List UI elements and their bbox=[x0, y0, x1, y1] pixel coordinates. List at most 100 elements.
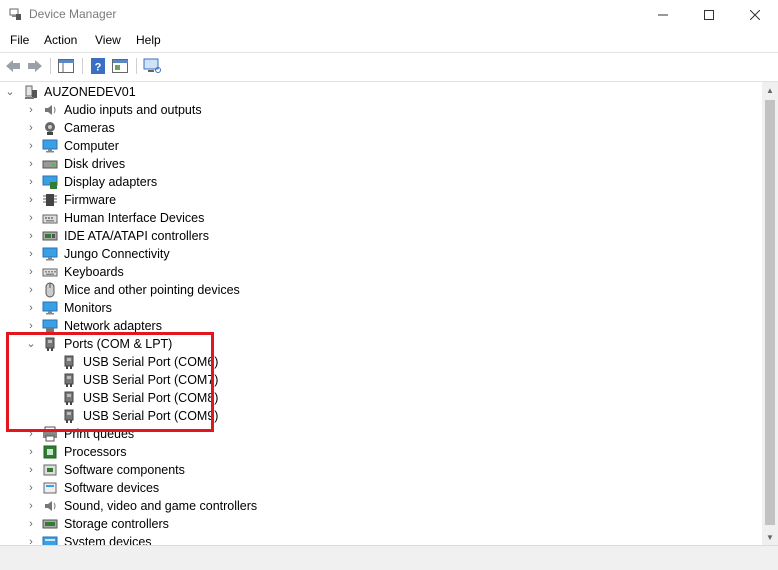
tree-item-label: Software devices bbox=[64, 481, 160, 495]
show-hide-console-tree-button[interactable] bbox=[56, 56, 76, 76]
keyboard-icon bbox=[42, 268, 58, 277]
chevron-down-icon[interactable]: ⌄ bbox=[4, 85, 16, 99]
monitor-icon bbox=[42, 247, 58, 261]
console-tree-icon bbox=[58, 59, 74, 73]
tree-item-label: Display adapters bbox=[64, 175, 158, 189]
tree-item[interactable]: › Jungo Connectivity bbox=[0, 245, 762, 263]
processor-icon bbox=[43, 445, 57, 459]
computer-icon bbox=[42, 139, 58, 153]
chevron-right-icon[interactable]: › bbox=[25, 157, 37, 171]
scan-hardware-button[interactable] bbox=[142, 56, 162, 76]
tree-item[interactable]: › Disk drives bbox=[0, 155, 762, 173]
device-tree: ⌄ AUZONEDEV01 › Audio inputs and outputs ›… bbox=[0, 82, 762, 545]
chevron-right-icon[interactable]: › bbox=[25, 463, 37, 477]
tree-item[interactable]: › IDE ATA/ATAPI controllers bbox=[0, 227, 762, 245]
forward-arrow-icon bbox=[28, 60, 42, 72]
menu-file[interactable]: File bbox=[10, 33, 29, 47]
chevron-right-icon[interactable]: › bbox=[25, 175, 37, 189]
chevron-right-icon[interactable]: › bbox=[25, 481, 37, 495]
help-button[interactable]: ? bbox=[88, 56, 108, 76]
tree-item-label: Keyboards bbox=[64, 265, 124, 279]
tree-item-label: Network adapters bbox=[64, 319, 162, 333]
tree-item-label: Processors bbox=[64, 445, 127, 459]
menu-view[interactable]: View bbox=[95, 33, 121, 47]
vertical-scrollbar[interactable]: ▲ ▼ bbox=[762, 82, 778, 545]
tree-item-label: Mice and other pointing devices bbox=[64, 283, 240, 297]
storage-controller-icon bbox=[42, 519, 58, 529]
tree-item-label: Firmware bbox=[64, 193, 117, 207]
device-manager-icon bbox=[9, 8, 21, 20]
tree-item[interactable]: › Keyboards bbox=[0, 263, 762, 281]
properties-icon bbox=[112, 59, 128, 73]
title-bar: Device Manager bbox=[0, 0, 778, 30]
firmware-chip-icon bbox=[43, 194, 57, 206]
tree-item[interactable]: › Human Interface Devices bbox=[0, 209, 762, 227]
chevron-right-icon[interactable]: › bbox=[25, 265, 37, 279]
tree-item-label: Software components bbox=[64, 463, 185, 477]
tree-item[interactable]: › Cameras bbox=[0, 119, 762, 137]
software-device-icon bbox=[43, 482, 57, 494]
toolbar: ? bbox=[0, 53, 778, 81]
chevron-right-icon[interactable]: › bbox=[25, 121, 37, 135]
maximize-button[interactable] bbox=[686, 0, 732, 30]
chevron-right-icon[interactable]: › bbox=[25, 193, 37, 207]
tree-item-label: IDE ATA/ATAPI controllers bbox=[64, 229, 209, 243]
back-arrow-icon bbox=[6, 60, 20, 72]
tree-root-row[interactable]: ⌄ AUZONEDEV01 bbox=[0, 83, 762, 101]
menu-bar: File Action View Help bbox=[0, 31, 778, 51]
tree-item[interactable]: › Sound, video and game controllers bbox=[0, 497, 762, 515]
window-title: Device Manager bbox=[29, 7, 117, 21]
monitor-icon bbox=[42, 301, 58, 315]
menu-help[interactable]: Help bbox=[136, 33, 161, 47]
tree-item-label: Sound, video and game controllers bbox=[64, 499, 258, 513]
chevron-right-icon[interactable]: › bbox=[25, 319, 37, 333]
tree-item[interactable]: › Mice and other pointing devices bbox=[0, 281, 762, 299]
tree-item[interactable]: › Monitors bbox=[0, 299, 762, 317]
tree-item-label: Monitors bbox=[64, 301, 112, 315]
tree-item-label: Cameras bbox=[64, 121, 115, 135]
status-bar bbox=[0, 545, 778, 570]
mouse-icon bbox=[45, 282, 55, 298]
tree-item-label: System devices bbox=[64, 535, 152, 545]
chevron-right-icon[interactable]: › bbox=[25, 499, 37, 513]
tree-item[interactable]: › Software devices bbox=[0, 479, 762, 497]
properties-button[interactable] bbox=[110, 56, 130, 76]
chevron-right-icon[interactable]: › bbox=[25, 535, 37, 545]
tree-item[interactable]: › Display adapters bbox=[0, 173, 762, 191]
tree-item[interactable]: › Software components bbox=[0, 461, 762, 479]
chevron-right-icon[interactable]: › bbox=[25, 247, 37, 261]
scrollbar-thumb[interactable] bbox=[765, 100, 775, 525]
tree-root-label: AUZONEDEV01 bbox=[44, 85, 136, 99]
tree-item-label: Audio inputs and outputs bbox=[64, 103, 202, 117]
display-adapter-icon bbox=[42, 175, 58, 189]
forward-button[interactable] bbox=[25, 56, 45, 76]
chevron-right-icon[interactable]: › bbox=[25, 211, 37, 225]
tree-item[interactable]: › System devices bbox=[0, 533, 762, 545]
minimize-button[interactable] bbox=[640, 0, 686, 30]
tree-item[interactable]: › Processors bbox=[0, 443, 762, 461]
speaker-icon bbox=[45, 105, 56, 115]
tree-item[interactable]: › Storage controllers bbox=[0, 515, 762, 533]
hid-keyboard-icon bbox=[42, 214, 58, 224]
computer-root-icon bbox=[25, 85, 37, 99]
chevron-right-icon[interactable]: › bbox=[25, 445, 37, 459]
software-component-icon bbox=[43, 464, 57, 476]
highlight-box bbox=[6, 332, 214, 432]
tree-item[interactable]: › Audio inputs and outputs bbox=[0, 101, 762, 119]
chevron-right-icon[interactable]: › bbox=[25, 229, 37, 243]
chevron-right-icon[interactable]: › bbox=[25, 139, 37, 153]
chevron-right-icon[interactable]: › bbox=[25, 283, 37, 297]
tree-item-label: Computer bbox=[64, 139, 119, 153]
tree-item[interactable]: › Firmware bbox=[0, 191, 762, 209]
scroll-up-icon[interactable]: ▲ bbox=[762, 82, 778, 98]
chevron-right-icon[interactable]: › bbox=[25, 517, 37, 531]
close-button[interactable] bbox=[732, 0, 778, 30]
tree-item[interactable]: › Computer bbox=[0, 137, 762, 155]
tree-item-label: Jungo Connectivity bbox=[64, 247, 170, 261]
menu-action[interactable]: Action bbox=[44, 33, 77, 47]
help-icon: ? bbox=[91, 58, 105, 74]
chevron-right-icon[interactable]: › bbox=[25, 103, 37, 117]
back-button[interactable] bbox=[3, 56, 23, 76]
chevron-right-icon[interactable]: › bbox=[25, 301, 37, 315]
scroll-down-icon[interactable]: ▼ bbox=[762, 529, 778, 545]
